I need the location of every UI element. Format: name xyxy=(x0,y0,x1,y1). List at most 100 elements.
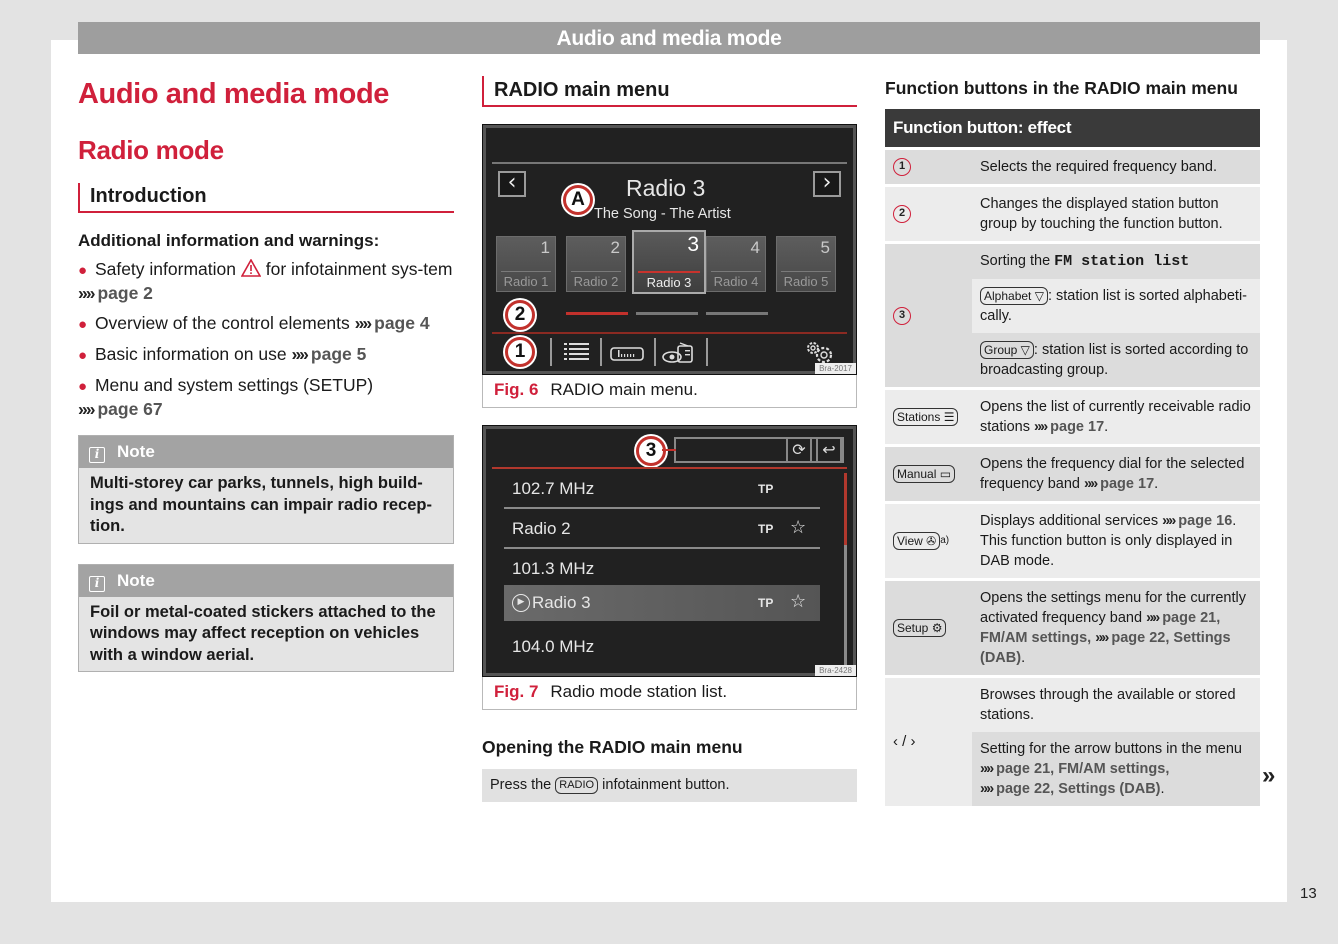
preset-group-bar[interactable] xyxy=(706,312,768,315)
page-link[interactable]: page 17 xyxy=(1050,419,1104,435)
figure-caption: Fig. 6 RADIO main menu. xyxy=(494,380,698,399)
favorite-star-icon: ☆ xyxy=(790,591,807,612)
stations-list-icon[interactable] xyxy=(564,341,590,365)
preset-group-bar[interactable] xyxy=(636,312,698,315)
station-row-selected[interactable]: Radio 3 ▶ TP ☆ xyxy=(504,585,820,621)
continue-marker: » xyxy=(1262,762,1275,789)
page-link[interactable]: page 4 xyxy=(374,313,429,333)
page-link[interactable]: page 17 xyxy=(1100,476,1154,492)
callout-number: 3 xyxy=(893,306,911,325)
preset-button[interactable]: 2 Radio 2 xyxy=(566,236,626,292)
table-row: Stations ☰ Opens the list of currently r… xyxy=(885,390,1260,444)
prev-station-button[interactable]: ‹ xyxy=(498,171,526,197)
list-item: ● Basic information on use »» page 5 xyxy=(78,344,367,364)
figure-caption: Fig. 7 Radio mode station list. xyxy=(494,682,728,701)
preset-button[interactable]: 5 Radio 5 xyxy=(776,236,836,292)
note-body: Foil or metal-coated stickers attached t… xyxy=(90,602,436,664)
station-row[interactable]: 102.7 MHz TP xyxy=(504,471,820,509)
page-number: 13 xyxy=(1300,885,1317,902)
bullet-icon: ● xyxy=(78,347,88,364)
opening-heading: Opening the RADIO main menu xyxy=(482,737,743,757)
note-body: Multi-storey car parks, tunnels, high bu… xyxy=(90,474,432,535)
menu-divider xyxy=(492,332,847,334)
sub-cell: Alphabet ▽: station list is sorted alpha… xyxy=(972,279,1260,333)
list-item: ● Menu and system settings (SETUP) »» pag… xyxy=(78,375,374,419)
warning-triangle-icon xyxy=(240,259,261,277)
table-row: 3 Sorting the FM station list Alphabet ▽… xyxy=(885,244,1260,387)
table-header: Function button: effect xyxy=(885,109,1260,147)
back-icon[interactable]: ↩ xyxy=(816,437,842,463)
callout-a: A xyxy=(563,185,593,215)
page-link[interactable]: page 22, Settings (DAB) xyxy=(996,781,1160,797)
scrollbar-thumb[interactable] xyxy=(844,473,847,545)
page-link[interactable]: page 2 xyxy=(97,283,152,303)
table-row: View ✇ a) Displays additional services »»… xyxy=(885,504,1260,578)
info-list: ● Safety information for infotainment sy… xyxy=(78,258,454,421)
info-heading: Additional information and warnings: xyxy=(78,231,380,250)
page-link[interactable]: page 16 xyxy=(1178,513,1232,529)
station-row[interactable]: 104.0 MHz xyxy=(504,629,820,667)
preset-button[interactable]: 4 Radio 4 xyxy=(706,236,766,292)
station-row[interactable]: Radio 2 TP ☆ xyxy=(504,511,820,549)
separator xyxy=(654,338,656,366)
callout-number: 2 xyxy=(893,205,911,223)
sub-cell: Setting for the arrow buttons in the men… xyxy=(972,732,1260,806)
page-link[interactable]: page 21, FM/AM settings, xyxy=(996,761,1169,777)
footnote-marker: a) xyxy=(940,535,950,546)
view-services-icon[interactable] xyxy=(662,341,694,369)
bullet-icon: ● xyxy=(78,262,88,279)
callout-3: 3 xyxy=(636,436,666,466)
list-item: ● Safety information for infotainment sy… xyxy=(78,259,453,303)
figure-station-list: ▽ ⟳ ↩ 3 102.7 MHzTP Radio 2TP☆ 101.3 MHz… xyxy=(482,425,857,710)
radio-screen: ‹ › Radio 3 The Song - The Artist A 1 Rad… xyxy=(482,124,857,375)
action-box: Press the RADIO infotainment button. xyxy=(482,769,857,802)
page-link[interactable]: page 5 xyxy=(311,344,366,364)
column-intro: Audio and media mode Radio mode Introduc… xyxy=(78,76,454,672)
view-button: View ✇ xyxy=(893,532,941,550)
sub-cell: Sorting the FM station list xyxy=(972,244,1260,279)
play-icon: ▶ xyxy=(512,594,530,612)
list-item: ● Overview of the control elements »» pag… xyxy=(78,313,430,333)
preset-group-bar[interactable] xyxy=(566,312,628,315)
station-name: Radio 3 xyxy=(626,175,706,201)
figure-tag: Bra-2428 xyxy=(815,665,856,676)
table-row: Manual ▭ Opens the frequency dial for th… xyxy=(885,447,1260,501)
alphabet-button: Alphabet ▽ xyxy=(980,287,1048,305)
station-list-screen: ▽ ⟳ ↩ 3 102.7 MHzTP Radio 2TP☆ 101.3 MHz… xyxy=(482,425,857,677)
preset-button[interactable]: 1 Radio 1 xyxy=(496,236,556,292)
bullet-icon: ● xyxy=(78,378,88,395)
station-row[interactable]: 101.3 MHz xyxy=(504,551,820,589)
subsection-title: Introduction xyxy=(78,183,454,213)
info-icon: i xyxy=(89,575,105,592)
note-box: i Note Foil or metal-coated stickers atta… xyxy=(78,563,454,672)
note-header: i Note xyxy=(79,564,453,597)
preset-button-active[interactable]: 3 Radio 3 xyxy=(632,230,706,294)
refresh-icon[interactable]: ⟳ xyxy=(786,437,812,463)
now-playing: The Song - The Artist xyxy=(594,206,731,222)
page-link[interactable]: page 67 xyxy=(97,399,162,419)
screen-divider xyxy=(492,162,847,164)
callout-leader xyxy=(662,449,676,451)
group-button: Group ▽ xyxy=(980,341,1034,359)
subsection-title: RADIO main menu xyxy=(482,76,857,107)
arrow-buttons: ‹ / › xyxy=(893,733,916,750)
table-row: ‹ / › Browses through the available or s… xyxy=(885,678,1260,806)
setup-button: Setup ⚙ xyxy=(893,619,947,637)
figure-tag: Bra-2017 xyxy=(815,363,856,374)
bullet-icon: ● xyxy=(78,316,88,333)
manual-tuning-icon[interactable] xyxy=(610,346,644,365)
separator xyxy=(600,338,602,366)
column-radio-menu: RADIO main menu ‹ › Radio 3 The Song - T… xyxy=(482,76,857,802)
callout-1: 1 xyxy=(505,337,535,367)
callout-2: 2 xyxy=(505,300,535,330)
next-station-button[interactable]: › xyxy=(813,171,841,197)
sub-cell: Browses through the available or stored … xyxy=(972,678,1260,732)
sub-cell: Group ▽: station list is sorted accordin… xyxy=(972,333,1260,387)
table-row: 1 Selects the required frequency band. xyxy=(885,150,1260,184)
stations-button: Stations ☰ xyxy=(893,408,959,426)
note-header: i Note xyxy=(79,436,453,468)
list-divider xyxy=(492,467,847,469)
figure-radio-main-menu: ‹ › Radio 3 The Song - The Artist A 1 Rad… xyxy=(482,124,857,408)
running-header: Audio and media mode xyxy=(78,22,1260,54)
info-icon: i xyxy=(89,447,105,463)
